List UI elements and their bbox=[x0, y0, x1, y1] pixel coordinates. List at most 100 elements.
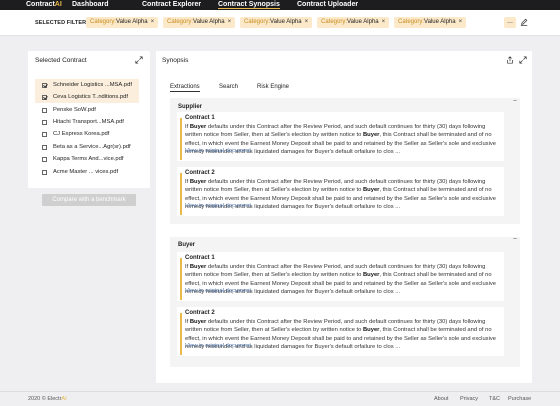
app-logo[interactable]: ContractAI bbox=[26, 1, 62, 8]
filter-chip[interactable]: Category:Value Alpha × bbox=[394, 17, 467, 28]
highlight-term: Buyer bbox=[189, 319, 207, 325]
footer-link-tc[interactable]: T&C bbox=[489, 396, 500, 402]
checkbox[interactable] bbox=[42, 82, 47, 88]
extraction-card: Contract 1 If Buyer defaults under this … bbox=[177, 112, 504, 161]
minimize-icon[interactable]: − bbox=[513, 98, 517, 105]
chip-key: Category: bbox=[167, 19, 194, 25]
chip-value: Value Alpha bbox=[270, 19, 302, 25]
section-title: Buyer bbox=[178, 242, 196, 248]
extraction-card: Contract 2 If Buyer defaults under this … bbox=[177, 167, 504, 216]
compare-benchmark-button[interactable]: Compare with a benchmark bbox=[42, 194, 136, 206]
close-icon[interactable]: × bbox=[151, 19, 155, 25]
top-nav: ContractAI Dashboard Contract Explorer C… bbox=[0, 0, 560, 10]
copyright-accent: AI bbox=[61, 396, 67, 402]
file-name: Kappa Terms And...vice.pdf bbox=[53, 156, 124, 162]
nav-contract-synopsis[interactable]: Contract Synopsis bbox=[218, 1, 280, 9]
highlight-term: Buyer bbox=[363, 132, 380, 139]
chip-key: Category: bbox=[321, 19, 348, 25]
logo-accent: AI bbox=[54, 1, 62, 8]
close-icon[interactable]: × bbox=[382, 19, 386, 25]
highlight-term: Buyer bbox=[189, 264, 207, 270]
highlight-bar bbox=[180, 173, 182, 215]
extraction-card: Contract 1 If Buyer defaults under this … bbox=[177, 252, 504, 301]
file-item[interactable]: Kappa Terms And...vice.pdf bbox=[35, 153, 139, 165]
filter-chip[interactable]: Category:Value Alpha × bbox=[163, 17, 236, 28]
checkbox[interactable] bbox=[42, 107, 47, 113]
chip-key: Category: bbox=[244, 19, 271, 25]
nav-contract-uploader[interactable]: Contract Uploader bbox=[297, 1, 358, 8]
chip-key: Category: bbox=[398, 19, 425, 25]
view-original-link[interactable]: View in original document bbox=[185, 343, 251, 349]
selected-filters-label: SELECTED FILTERS bbox=[35, 20, 90, 26]
copyright-text: 2020 © Electr bbox=[28, 396, 62, 402]
synopsis-title: Synopsis bbox=[162, 57, 189, 64]
filter-chip[interactable]: Category:Value Alpha × bbox=[240, 17, 313, 28]
section-title: Supplier bbox=[178, 104, 203, 110]
close-icon[interactable]: × bbox=[459, 19, 463, 25]
file-name: Hitachi Transport...MSA.pdf bbox=[53, 119, 124, 125]
minimize-icon[interactable]: − bbox=[513, 236, 517, 243]
file-item[interactable]: Penske SoW.pdf bbox=[35, 104, 139, 116]
file-name: Schneider Logistics ...MSA.pdf bbox=[53, 82, 132, 88]
tab-search[interactable]: Search bbox=[219, 84, 238, 90]
card-title: Contract 1 bbox=[185, 115, 215, 121]
checkbox[interactable] bbox=[42, 169, 47, 175]
file-item[interactable]: Hitachi Transport...MSA.pdf bbox=[35, 116, 139, 128]
checkbox[interactable] bbox=[42, 144, 47, 150]
view-original-link[interactable]: View in original document bbox=[185, 203, 251, 209]
file-item[interactable]: Beta as a Service...Agr(sr).pdf bbox=[35, 141, 139, 153]
highlight-bar bbox=[180, 118, 182, 160]
view-original-link[interactable]: View in original document bbox=[185, 288, 251, 294]
footer: 2020 © ElectrAI About Privacy T&C Purcha… bbox=[0, 391, 560, 406]
checkbox[interactable] bbox=[42, 94, 47, 100]
highlight-bar bbox=[180, 258, 182, 300]
close-icon[interactable]: × bbox=[305, 19, 309, 25]
file-item[interactable]: Acme Master ... vices.pdf bbox=[35, 166, 139, 178]
file-name: Ceva Logistics T..nditions.pdf bbox=[53, 94, 128, 100]
more-filters-button[interactable]: ... bbox=[504, 17, 516, 28]
footer-link-purchase[interactable]: Purchase bbox=[508, 396, 531, 402]
close-icon[interactable]: × bbox=[228, 19, 232, 25]
footer-link-about[interactable]: About bbox=[434, 396, 448, 402]
expand-icon[interactable] bbox=[135, 56, 143, 64]
logo-main: Contract bbox=[26, 1, 55, 8]
checkbox[interactable] bbox=[42, 131, 47, 137]
file-name: CJ Express Korea.pdf bbox=[53, 131, 110, 137]
filter-chip[interactable]: Category:Value Alpha × bbox=[317, 17, 390, 28]
highlight-term: Buyer bbox=[189, 124, 207, 130]
tab-risk-engine[interactable]: Risk Engine bbox=[257, 84, 289, 90]
card-title: Contract 2 bbox=[185, 170, 215, 176]
nav-contract-explorer[interactable]: Contract Explorer bbox=[142, 1, 201, 8]
synopsis-panel: Synopsis Extractions Search Risk Engine … bbox=[156, 51, 532, 383]
card-title: Contract 1 bbox=[185, 255, 215, 261]
nav-dashboard[interactable]: Dashboard bbox=[72, 1, 109, 8]
footer-link-privacy[interactable]: Privacy bbox=[460, 396, 478, 402]
file-item[interactable]: Schneider Logistics ...MSA.pdf bbox=[35, 79, 139, 91]
buyer-section: Buyer − Contract 1 If Buyer defaults und… bbox=[170, 236, 520, 367]
file-name: Beta as a Service...Agr(sr).pdf bbox=[53, 144, 131, 150]
chip-value: Value Alpha bbox=[424, 19, 456, 25]
chip-value: Value Alpha bbox=[347, 19, 379, 25]
checkbox[interactable] bbox=[42, 156, 47, 162]
copyright: 2020 © ElectrAI bbox=[28, 396, 67, 402]
chip-key: Category: bbox=[90, 19, 117, 25]
highlight-term: Buyer bbox=[363, 272, 380, 279]
view-original-link[interactable]: View in original document bbox=[185, 148, 251, 154]
highlight-bar bbox=[180, 313, 182, 355]
chip-value: Value Alpha bbox=[116, 19, 148, 25]
checkbox[interactable] bbox=[42, 119, 47, 125]
file-name: Acme Master ... vices.pdf bbox=[53, 169, 119, 175]
file-name: Penske SoW.pdf bbox=[53, 107, 96, 113]
highlight-term: Buyer bbox=[363, 327, 380, 334]
tab-extractions[interactable]: Extractions bbox=[170, 84, 200, 92]
file-item[interactable]: Ceva Logistics T..nditions.pdf bbox=[35, 91, 139, 103]
pencil-icon[interactable] bbox=[520, 18, 528, 26]
share-icon[interactable] bbox=[506, 56, 514, 64]
expand-icon[interactable] bbox=[519, 56, 527, 64]
card-title: Contract 2 bbox=[185, 310, 215, 316]
supplier-section: Supplier − Contract 1 If Buyer defaults … bbox=[170, 98, 520, 224]
filter-chip[interactable]: Category:Value Alpha × bbox=[86, 17, 159, 28]
highlight-term: Buyer bbox=[363, 187, 380, 194]
file-item[interactable]: CJ Express Korea.pdf bbox=[35, 128, 139, 140]
highlight-term: Buyer bbox=[189, 179, 207, 185]
